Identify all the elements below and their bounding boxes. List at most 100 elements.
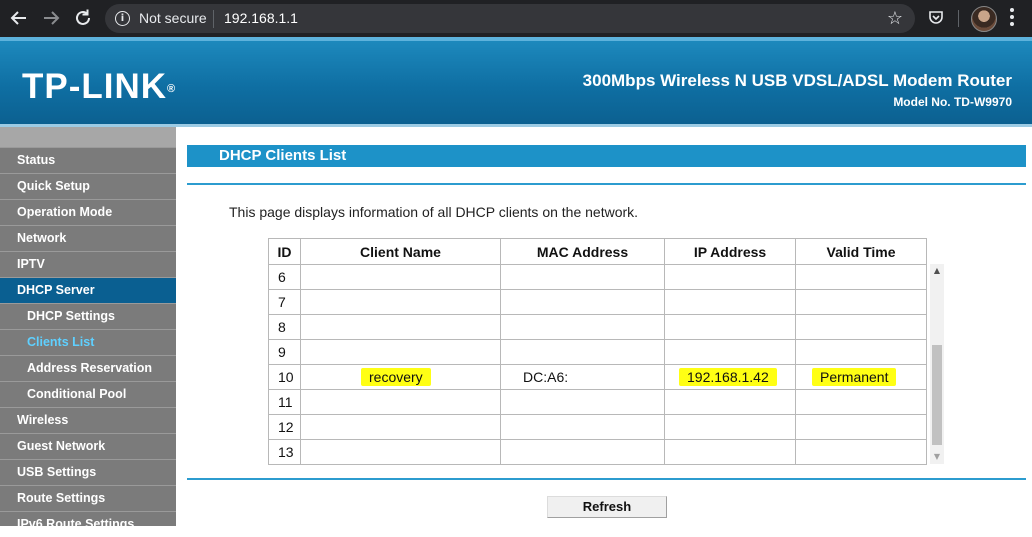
cell-ip bbox=[664, 314, 796, 340]
cell-id: 11 bbox=[268, 389, 301, 415]
cell-ip bbox=[664, 289, 796, 315]
mac-value: DC:A6: bbox=[523, 369, 569, 385]
table-row: 7 bbox=[268, 289, 927, 315]
tp-link-logo: TP-LINK® bbox=[22, 67, 177, 106]
sidebar-item-quick-setup[interactable]: Quick Setup bbox=[0, 173, 176, 199]
cell-id: 8 bbox=[268, 314, 301, 340]
reload-icon[interactable] bbox=[72, 7, 94, 29]
table-scrollbar[interactable]: ▲ ▼ bbox=[930, 264, 944, 464]
cell-valid-time bbox=[795, 339, 927, 365]
divider-top bbox=[187, 183, 1026, 185]
cell-ip bbox=[664, 439, 796, 465]
bookmark-star-icon[interactable]: ☆ bbox=[887, 8, 903, 29]
browser-toolbar: i Not secure 192.168.1.1 ☆ bbox=[0, 0, 1032, 37]
cell-id: 13 bbox=[268, 439, 301, 465]
table-row: 6 bbox=[268, 264, 927, 290]
cell-valid-time bbox=[795, 389, 927, 415]
model-number: Model No. TD-W9970 bbox=[893, 95, 1012, 109]
sidebar-item-guest-network[interactable]: Guest Network bbox=[0, 433, 176, 459]
cell-client-name: recovery bbox=[300, 364, 501, 390]
cell-mac bbox=[500, 314, 665, 340]
cell-mac: DC:A6: bbox=[500, 364, 665, 390]
header-id: ID bbox=[268, 238, 301, 265]
cell-id: 10 bbox=[268, 364, 301, 390]
sidebar-item-conditional-pool[interactable]: Conditional Pool bbox=[0, 381, 176, 407]
router-header: TP-LINK® 300Mbps Wireless N USB VDSL/ADS… bbox=[0, 37, 1032, 127]
header-ip-address: IP Address bbox=[664, 238, 796, 265]
cell-client-name bbox=[300, 414, 501, 440]
clients-table-container: ID Client Name MAC Address IP Address Va… bbox=[268, 238, 945, 465]
cell-client-name bbox=[300, 264, 501, 290]
page-description: This page displays information of all DH… bbox=[229, 204, 639, 220]
cell-ip bbox=[664, 339, 796, 365]
refresh-button[interactable]: Refresh bbox=[547, 496, 667, 518]
scroll-up-arrow-icon[interactable]: ▲ bbox=[930, 264, 944, 278]
sidebar-item-wireless[interactable]: Wireless bbox=[0, 407, 176, 433]
cell-client-name bbox=[300, 339, 501, 365]
cell-mac bbox=[500, 414, 665, 440]
cell-valid-time bbox=[795, 289, 927, 315]
url-text[interactable]: 192.168.1.1 bbox=[224, 10, 298, 26]
client-name-value: recovery bbox=[361, 368, 431, 386]
ip-value: 192.168.1.42 bbox=[679, 368, 777, 386]
cell-ip bbox=[664, 414, 796, 440]
back-icon[interactable] bbox=[8, 7, 30, 29]
profile-avatar[interactable] bbox=[971, 6, 997, 32]
sidebar-item-network[interactable]: Network bbox=[0, 225, 176, 251]
cell-ip bbox=[664, 389, 796, 415]
sidebar-item-address-reservation[interactable]: Address Reservation bbox=[0, 355, 176, 381]
sidebar-item-dhcp-settings[interactable]: DHCP Settings bbox=[0, 303, 176, 329]
table-row: 8 bbox=[268, 314, 927, 340]
header-mac-address: MAC Address bbox=[500, 238, 665, 265]
cell-mac bbox=[500, 389, 665, 415]
cell-client-name bbox=[300, 314, 501, 340]
sidebar-item-status[interactable]: Status bbox=[0, 147, 176, 173]
sidebar-item-route-settings[interactable]: Route Settings bbox=[0, 485, 176, 511]
pocket-icon[interactable] bbox=[928, 9, 944, 25]
cell-client-name bbox=[300, 289, 501, 315]
main-content: DHCP Clients List This page displays inf… bbox=[176, 127, 1032, 526]
sidebar-item-operation-mode[interactable]: Operation Mode bbox=[0, 199, 176, 225]
scroll-thumb[interactable] bbox=[932, 345, 942, 445]
product-name: 300Mbps Wireless N USB VDSL/ADSL Modem R… bbox=[582, 71, 1012, 90]
valid-time-value: Permanent bbox=[812, 368, 897, 386]
sidebar-menu: Status Quick Setup Operation Mode Networ… bbox=[0, 127, 176, 531]
security-label[interactable]: Not secure bbox=[139, 10, 207, 26]
sidebar-top-band bbox=[0, 127, 176, 147]
cell-id: 7 bbox=[268, 289, 301, 315]
cell-valid-time bbox=[795, 414, 927, 440]
cell-valid-time bbox=[795, 439, 927, 465]
cell-ip bbox=[664, 264, 796, 290]
cell-client-name bbox=[300, 439, 501, 465]
toolbar-divider bbox=[958, 10, 959, 27]
table-row: 9 bbox=[268, 339, 927, 365]
cell-mac bbox=[500, 339, 665, 365]
clients-table: ID Client Name MAC Address IP Address Va… bbox=[268, 238, 927, 465]
cell-id: 6 bbox=[268, 264, 301, 290]
header-stripe bbox=[0, 37, 1032, 41]
header-client-name: Client Name bbox=[300, 238, 501, 265]
sidebar-item-ipv6-route-settings[interactable]: IPv6 Route Settings bbox=[0, 511, 176, 537]
sidebar-item-iptv[interactable]: IPTV bbox=[0, 251, 176, 277]
cell-id: 9 bbox=[268, 339, 301, 365]
omnibox-divider bbox=[213, 10, 214, 28]
cell-ip: 192.168.1.42 bbox=[664, 364, 796, 390]
address-bar[interactable]: i Not secure 192.168.1.1 ☆ bbox=[105, 4, 915, 33]
cell-client-name bbox=[300, 389, 501, 415]
table-row-highlighted: 10 recovery DC:A6: 192.168.1.42 Permanen… bbox=[268, 364, 927, 390]
table-header-row: ID Client Name MAC Address IP Address Va… bbox=[268, 238, 927, 265]
divider-bottom bbox=[187, 478, 1026, 480]
header-valid-time: Valid Time bbox=[795, 238, 927, 265]
info-icon[interactable]: i bbox=[115, 11, 130, 26]
sidebar-item-dhcp-server[interactable]: DHCP Server bbox=[0, 277, 176, 303]
cell-mac bbox=[500, 289, 665, 315]
scroll-down-arrow-icon[interactable]: ▼ bbox=[930, 450, 944, 464]
cell-valid-time bbox=[795, 264, 927, 290]
cell-valid-time bbox=[795, 314, 927, 340]
sidebar-item-clients-list[interactable]: Clients List bbox=[0, 329, 176, 355]
cell-mac bbox=[500, 439, 665, 465]
forward-icon[interactable] bbox=[40, 7, 62, 29]
cell-id: 12 bbox=[268, 414, 301, 440]
sidebar-item-usb-settings[interactable]: USB Settings bbox=[0, 459, 176, 485]
more-menu-icon[interactable] bbox=[1010, 8, 1014, 29]
